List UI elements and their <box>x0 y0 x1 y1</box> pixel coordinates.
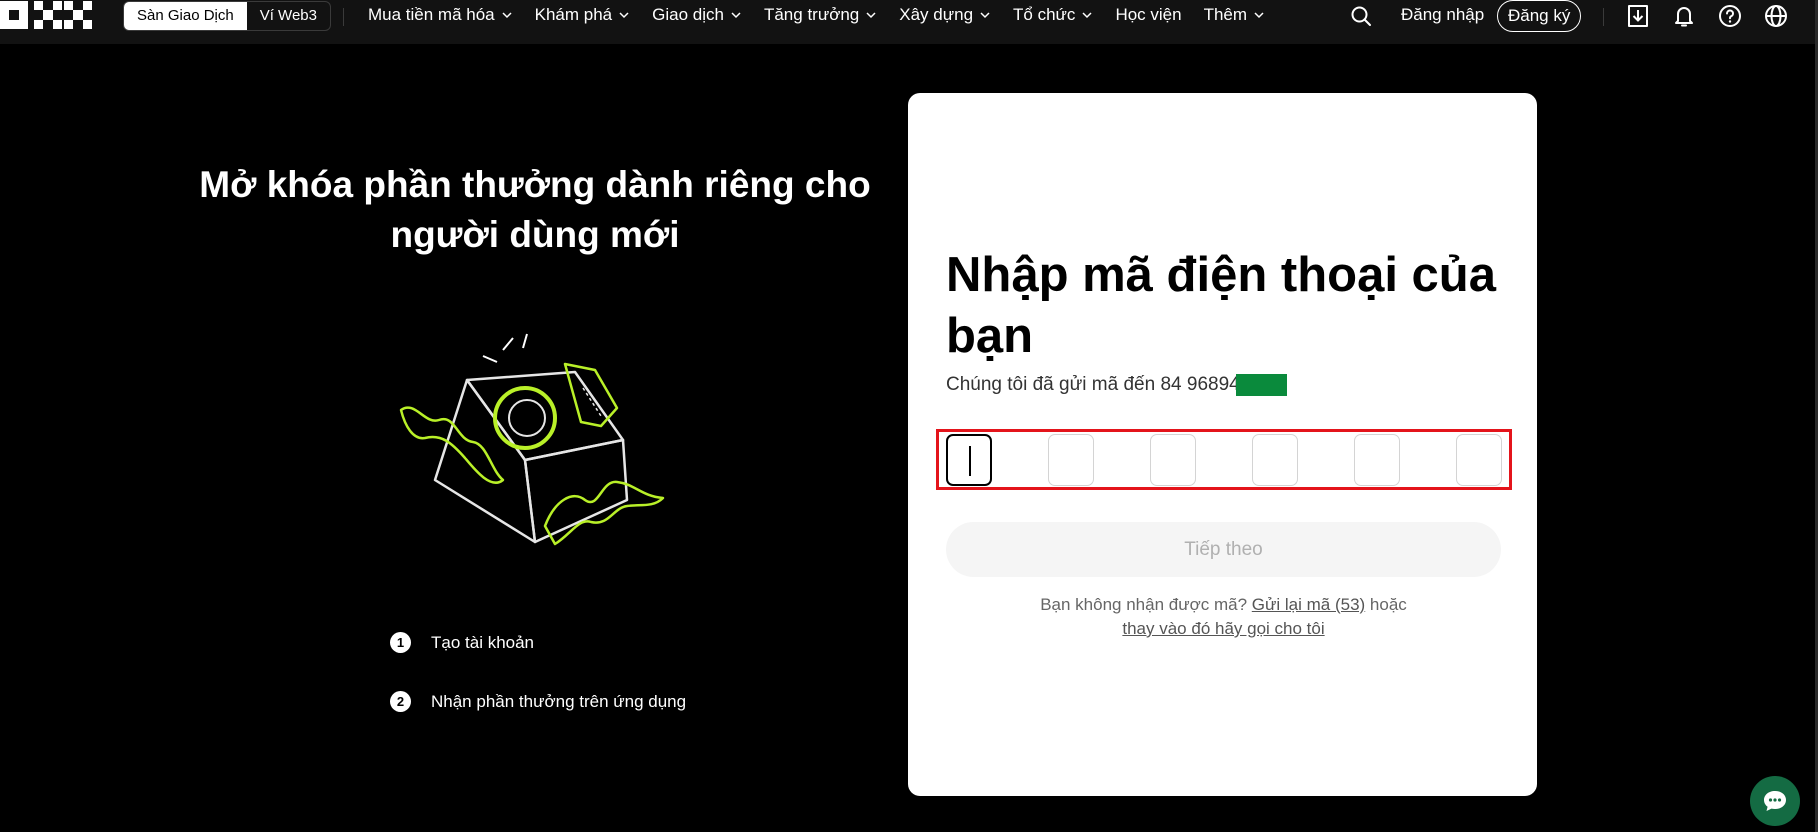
menu-academy[interactable]: Học viện <box>1115 5 1181 25</box>
menu-label: Tổ chức <box>1013 5 1076 24</box>
otp-digit-input[interactable] <box>1150 434 1196 486</box>
menu-build[interactable]: Xây dựng <box>899 5 991 25</box>
resend-help: Bạn không nhận được mã? Gửi lại mã (53) … <box>946 593 1501 641</box>
chevron-down-icon <box>502 12 512 19</box>
tab-exchange[interactable]: Sàn Giao Dịch <box>124 2 247 30</box>
step-item: 1 Tạo tài khoản <box>390 632 686 653</box>
top-navigation-bar: Sàn Giao Dịch Ví Web3 Mua tiền mã hóa Kh… <box>0 0 1818 44</box>
search-icon[interactable] <box>1348 3 1374 29</box>
step-item: 2 Nhận phần thưởng trên ứng dụng <box>390 691 686 712</box>
chevron-down-icon <box>1254 12 1264 19</box>
code-sent-text: Chúng tôi đã gửi mã đến 84 96894 <box>946 374 1240 395</box>
onboarding-steps: 1 Tạo tài khoản 2 Nhận phần thưởng trên … <box>390 632 686 750</box>
chevron-down-icon <box>1082 12 1092 19</box>
menu-discover[interactable]: Khám phá <box>535 5 631 25</box>
page-title: Nhập mã điện thoại của bạn <box>946 248 1496 363</box>
chevron-down-icon <box>866 12 876 19</box>
otp-digit-input[interactable] <box>1252 434 1298 486</box>
step-label: Tạo tài khoản <box>431 632 535 652</box>
chevron-down-icon <box>980 12 990 19</box>
nav-divider <box>343 8 344 26</box>
help-icon[interactable] <box>1717 3 1743 29</box>
menu-label: Giao dịch <box>652 5 724 24</box>
resend-or-text: hoặc <box>1369 595 1407 614</box>
step-label: Nhận phần thưởng trên ứng dụng <box>431 691 687 711</box>
chat-bubble-icon <box>1764 791 1786 811</box>
chevron-down-icon <box>731 12 741 19</box>
resend-prompt: Bạn không nhận được mã? <box>1040 595 1248 614</box>
login-link[interactable]: Đăng nhập <box>1401 5 1484 25</box>
okx-logo[interactable] <box>0 1 92 29</box>
otp-digit-input[interactable] <box>946 434 992 486</box>
code-sent-message: Chúng tôi đã gửi mã đến 84 96894 <box>946 374 1287 396</box>
menu-label: Thêm <box>1203 5 1248 24</box>
tab-web3-wallet[interactable]: Ví Web3 <box>247 2 330 30</box>
menu-more[interactable]: Thêm <box>1204 5 1265 25</box>
menu-institutional[interactable]: Tổ chức <box>1013 5 1093 25</box>
menu-buy-crypto[interactable]: Mua tiền mã hóa <box>368 5 513 25</box>
download-icon[interactable] <box>1625 3 1651 29</box>
menu-label: Mua tiền mã hóa <box>368 5 495 24</box>
menu-label: Tăng trưởng <box>763 5 860 24</box>
menu-trade[interactable]: Giao dịch <box>652 5 742 25</box>
otp-digit-input[interactable] <box>1354 434 1400 486</box>
support-chat-button[interactable] <box>1750 776 1800 826</box>
nav-divider <box>1603 8 1604 26</box>
resend-code-link[interactable]: Gửi lại mã (53) <box>1252 595 1365 614</box>
next-button[interactable]: Tiếp theo <box>946 522 1501 577</box>
menu-label: Khám phá <box>534 5 613 24</box>
phone-verification-card: Nhập mã điện thoại của bạn Chúng tôi đã … <box>908 93 1537 796</box>
call-me-link[interactable]: thay vào đó hãy gọi cho tôi <box>1122 619 1324 638</box>
step-number: 2 <box>390 691 411 712</box>
globe-icon[interactable] <box>1763 3 1789 29</box>
otp-digit-input[interactable] <box>1048 434 1094 486</box>
menu-grow[interactable]: Tăng trưởng <box>764 5 877 25</box>
otp-digit-input[interactable] <box>1456 434 1502 486</box>
signup-button[interactable]: Đăng ký <box>1497 0 1582 32</box>
menu-label: Xây dựng <box>899 5 974 24</box>
step-number: 1 <box>390 632 411 653</box>
otp-input-group <box>946 434 1502 486</box>
promo-title: Mở khóa phần thưởng dành riêng cho người… <box>199 164 871 255</box>
exchange-wallet-switch: Sàn Giao Dịch Ví Web3 <box>123 1 331 31</box>
phone-redaction-mask <box>1235 374 1287 396</box>
gift-box-illustration <box>399 333 665 546</box>
menu-label: Học viện <box>1115 5 1182 24</box>
chevron-down-icon <box>619 12 629 19</box>
bell-icon[interactable] <box>1671 3 1697 29</box>
main-menu: Mua tiền mã hóa Khám phá Giao dịch Tăng … <box>368 4 1287 26</box>
